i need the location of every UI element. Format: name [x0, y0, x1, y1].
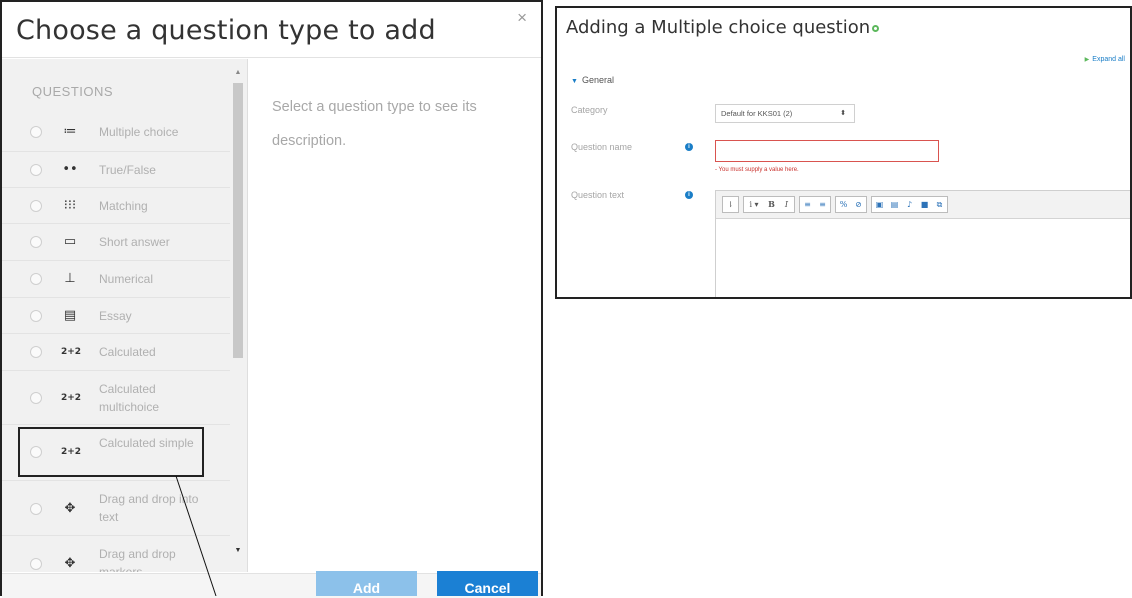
question-type-essay[interactable]: ▤ Essay — [2, 297, 230, 333]
collapse-arrow-icon: ▼ — [571, 78, 578, 85]
record-audio-button[interactable]: ♪ — [902, 197, 917, 212]
toolbar-group: ⇂ — [722, 196, 739, 213]
question-type-drag-drop-text[interactable]: ✥ Drag and drop into text — [2, 480, 230, 535]
matching-icon: ⁝⁝⁝ — [63, 198, 77, 213]
calculated-multichoice-icon: 2+2 — [61, 393, 82, 403]
question-type-true-false[interactable]: •• True/False — [2, 151, 230, 187]
toolbar-group: i ▾ B I — [743, 196, 795, 213]
category-select[interactable]: Default for KKS01 (2) ⬍ — [715, 104, 855, 123]
manage-files-button[interactable]: ⧉ — [932, 197, 947, 212]
unordered-list-button[interactable]: ≡ — [800, 197, 815, 212]
toolbar-toggle-button[interactable]: ⇂ — [723, 197, 738, 212]
add-question-form: Adding a Multiple choice question ▶ Expan… — [555, 6, 1132, 299]
paragraph-style-button[interactable]: i ▾ — [744, 197, 764, 212]
general-section-toggle[interactable]: ▼ General — [571, 75, 614, 85]
radio-button[interactable] — [30, 392, 42, 404]
question-type-label: Multiple choice — [99, 125, 179, 139]
expand-all-label: Expand all — [1092, 56, 1125, 63]
expand-arrow-icon: ▶ — [1084, 57, 1090, 63]
drag-drop-markers-icon: ✥ — [64, 556, 76, 571]
radio-button[interactable] — [30, 310, 42, 322]
calculated-icon: 2+2 — [61, 347, 82, 357]
question-type-label: Matching — [99, 199, 148, 213]
question-type-multiple-choice[interactable]: ≔ Multiple choice — [2, 113, 230, 151]
numerical-icon: ⊥ — [64, 271, 76, 286]
cancel-button[interactable]: Cancel — [437, 571, 538, 596]
question-name-label: Question name — [571, 142, 633, 152]
essay-icon: ▤ — [63, 308, 77, 323]
image-button[interactable]: ▣ — [872, 197, 887, 212]
dialog-header: Choose a question type to add × — [2, 2, 541, 58]
select-arrows-icon: ⬍ — [840, 110, 846, 117]
scroll-down-icon[interactable]: ▼ — [232, 547, 244, 557]
question-type-dialog: Choose a question type to add × QUESTION… — [0, 0, 543, 598]
category-label: Category — [571, 105, 608, 115]
type-description: Select a question type to see its descri… — [272, 99, 477, 149]
toolbar-group: % ⊘ — [835, 196, 867, 213]
unlink-button[interactable]: ⊘ — [851, 197, 866, 212]
form-title-text: Adding a Multiple choice question — [566, 17, 871, 38]
editor-toolbar: ⇂ i ▾ B I ≡ ≡ % ⊘ ▣ ▤ ♪ ■ ⧉ — [722, 196, 948, 214]
drag-drop-text-icon: ✥ — [64, 501, 76, 516]
question-type-calculated[interactable]: 2+2 Calculated — [2, 333, 230, 370]
radio-button[interactable] — [30, 126, 42, 138]
question-type-short-answer[interactable]: ▭ Short answer — [2, 223, 230, 260]
highlight-box — [18, 427, 204, 477]
question-type-list[interactable]: QUESTIONS ≔ Multiple choice •• True/Fals… — [2, 59, 248, 572]
editor-content-area[interactable] — [716, 218, 1130, 297]
question-type-label: Numerical — [99, 272, 154, 286]
radio-button[interactable] — [30, 558, 42, 570]
scroll-up-icon[interactable]: ▲ — [232, 69, 244, 79]
expand-all-link[interactable]: ▶ Expand all — [1085, 56, 1125, 63]
short-answer-icon: ▭ — [63, 234, 77, 249]
help-icon[interactable] — [872, 24, 880, 32]
question-type-drag-drop-markers[interactable]: ✥ Drag and drop markers — [2, 535, 230, 572]
question-type-label: Calculated — [99, 345, 156, 359]
question-type-label: Short answer — [99, 235, 170, 249]
record-video-button[interactable]: ■ — [917, 197, 932, 212]
question-type-label: True/False — [99, 163, 156, 177]
question-text-editor[interactable]: ⇂ i ▾ B I ≡ ≡ % ⊘ ▣ ▤ ♪ ■ ⧉ — [715, 190, 1130, 297]
italic-button[interactable]: I — [779, 197, 794, 212]
close-icon[interactable]: × — [517, 8, 527, 28]
scroll-thumb[interactable] — [233, 83, 243, 358]
toolbar-group: ≡ ≡ — [799, 196, 831, 213]
link-button[interactable]: % — [836, 197, 851, 212]
question-type-label: Essay — [99, 309, 132, 323]
radio-button[interactable] — [30, 346, 42, 358]
info-icon[interactable]: i — [685, 191, 693, 199]
list-icon: ≔ — [63, 124, 77, 139]
list-scrollbar[interactable]: ▲ ▼ — [232, 69, 244, 569]
info-icon[interactable]: i — [685, 143, 693, 151]
ordered-list-button[interactable]: ≡ — [815, 197, 830, 212]
form-title: Adding a Multiple choice question — [566, 17, 880, 38]
question-type-calculated-multichoice[interactable]: 2+2 Calculated multichoice — [2, 370, 230, 424]
media-button[interactable]: ▤ — [887, 197, 902, 212]
question-type-label: Drag and drop markers — [99, 547, 176, 572]
question-name-input[interactable] — [715, 140, 939, 162]
category-value: Default for KKS01 (2) — [721, 109, 793, 118]
question-type-label: Drag and drop into text — [99, 492, 199, 524]
question-type-matching[interactable]: ⁝⁝⁝ Matching — [2, 187, 230, 223]
question-text-label: Question text — [571, 190, 625, 200]
dialog-title: Choose a question type to add — [16, 15, 436, 46]
general-section-label: General — [581, 75, 614, 85]
question-type-label: Calculated multichoice — [99, 382, 160, 414]
radio-button[interactable] — [30, 503, 42, 515]
radio-button[interactable] — [30, 164, 42, 176]
radio-button[interactable] — [30, 200, 42, 212]
add-button[interactable]: Add — [316, 571, 417, 596]
bold-button[interactable]: B — [764, 197, 779, 212]
dots-icon: •• — [62, 162, 78, 177]
toolbar-group: ▣ ▤ ♪ ■ ⧉ — [871, 196, 948, 213]
questions-heading: QUESTIONS — [32, 84, 114, 99]
question-name-error: - You must supply a value here. — [715, 167, 799, 173]
radio-button[interactable] — [30, 236, 42, 248]
question-type-numerical[interactable]: ⊥ Numerical — [2, 260, 230, 297]
radio-button[interactable] — [30, 273, 42, 285]
